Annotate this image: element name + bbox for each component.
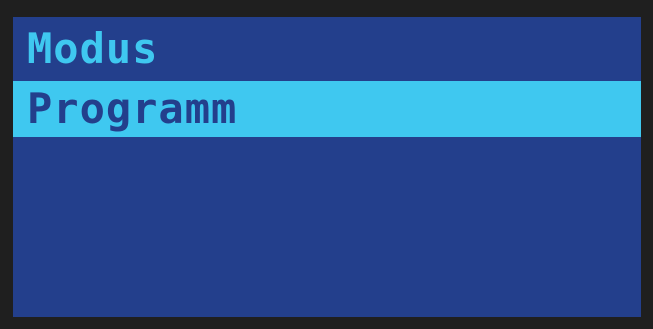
menu-item-modus[interactable]: Modus: [13, 21, 641, 77]
menu-item-programm[interactable]: Programm: [13, 81, 641, 137]
lcd-screen: Modus Programm: [13, 17, 641, 317]
display-bezel: Modus Programm: [0, 0, 653, 329]
